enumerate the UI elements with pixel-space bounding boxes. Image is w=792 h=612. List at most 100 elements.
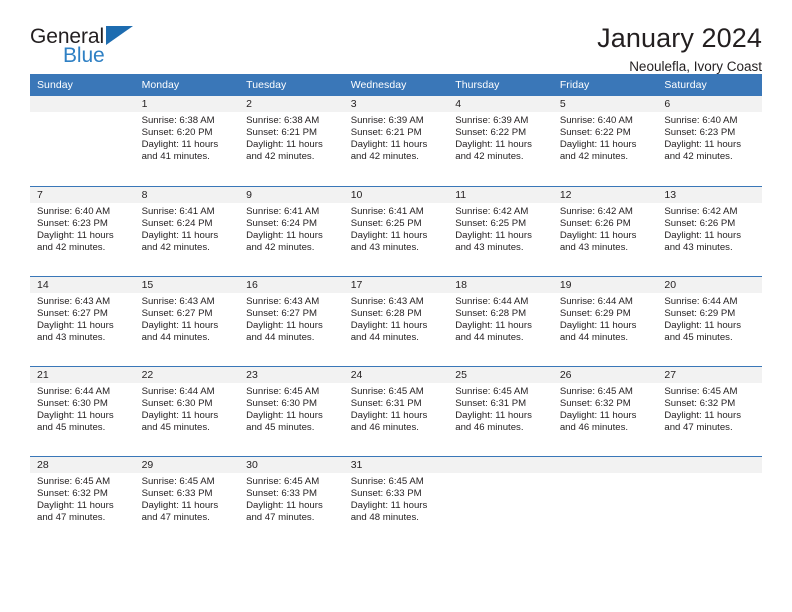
calendar-day-cell[interactable]: 15 Sunrise: 6:43 AM Sunset: 6:27 PM Dayligh… bbox=[134, 275, 240, 366]
sunrise-time: Sunrise: 6:42 AM bbox=[455, 205, 529, 217]
sunrise-time: Sunrise: 6:42 AM bbox=[664, 205, 738, 217]
day-number: 5 bbox=[552, 96, 658, 112]
calendar-empty-cell bbox=[30, 96, 135, 186]
calendar-day-cell[interactable]: 6 Sunrise: 6:40 AM Sunset: 6:23 PM Daylight… bbox=[657, 96, 762, 186]
sunset-time: Sunset: 6:27 PM bbox=[37, 307, 108, 319]
sunset-time: Sunset: 6:25 PM bbox=[350, 217, 422, 229]
calendar-day-cell[interactable]: 25 Sunrise: 6:45 AM Sunset: 6:31 PM Dayligh… bbox=[448, 365, 553, 456]
day-cell-details: Sunrise: 6:41 AM Sunset: 6:24 PM Daylight:… bbox=[135, 203, 240, 254]
calendar-day-cell[interactable]: 22 Sunrise: 6:44 AM Sunset: 6:30 PM Dayligh… bbox=[134, 365, 240, 456]
daylight-duration-line2: and 45 minutes. bbox=[37, 421, 106, 433]
day-cell-inner: 3 Sunrise: 6:39 AM Sunset: 6:21 PM Daylight… bbox=[343, 96, 449, 186]
calendar-week-row: 1 Sunrise: 6:38 AM Sunset: 6:20 PM Daylight… bbox=[30, 96, 762, 186]
calendar-day-cell[interactable]: 1 Sunrise: 6:38 AM Sunset: 6:20 PM Daylight… bbox=[134, 96, 240, 186]
sunrise-time: Sunrise: 6:44 AM bbox=[455, 295, 529, 307]
sunset-time: Sunset: 6:29 PM bbox=[559, 307, 631, 319]
sunrise-time: Sunrise: 6:41 AM bbox=[141, 205, 215, 217]
calendar-week-row: 14 Sunrise: 6:43 AM Sunset: 6:27 PM Dayligh… bbox=[30, 275, 762, 366]
calendar-day-cell[interactable]: 26 Sunrise: 6:45 AM Sunset: 6:32 PM Dayligh… bbox=[552, 365, 658, 456]
daylight-duration-line2: and 44 minutes. bbox=[350, 331, 419, 343]
daylight-duration-line1: Daylight: 11 hours bbox=[37, 409, 114, 421]
day-cell-details: Sunrise: 6:45 AM Sunset: 6:32 PM Daylight:… bbox=[30, 473, 135, 524]
day-cell-details: Sunrise: 6:41 AM Sunset: 6:25 PM Daylight:… bbox=[344, 203, 449, 254]
calendar-week-row: 21 Sunrise: 6:44 AM Sunset: 6:30 PM Dayligh… bbox=[30, 365, 762, 456]
calendar-header-row: Sunday Monday Tuesday Wednesday Thursday… bbox=[30, 74, 762, 96]
day-cell-inner bbox=[552, 456, 658, 547]
day-cell-details: Sunrise: 6:45 AM Sunset: 6:31 PM Daylight:… bbox=[344, 383, 449, 434]
calendar-day-cell[interactable]: 8 Sunrise: 6:41 AM Sunset: 6:24 PM Daylight… bbox=[134, 185, 240, 276]
daylight-duration-line2: and 45 minutes. bbox=[141, 421, 210, 433]
calendar-day-cell[interactable]: 3 Sunrise: 6:39 AM Sunset: 6:21 PM Daylight… bbox=[343, 96, 449, 186]
sunrise-time: Sunrise: 6:44 AM bbox=[141, 385, 215, 397]
sunset-time: Sunset: 6:20 PM bbox=[141, 127, 213, 139]
daylight-duration-line1: Daylight: 11 hours bbox=[246, 409, 323, 421]
calendar-day-cell[interactable]: 9 Sunrise: 6:41 AM Sunset: 6:24 PM Daylight… bbox=[239, 185, 344, 276]
sunrise-time: Sunrise: 6:44 AM bbox=[664, 295, 738, 307]
day-cell-inner: 22 Sunrise: 6:44 AM Sunset: 6:30 PM Dayligh… bbox=[134, 366, 240, 456]
weekday-header-tuesday: Tuesday bbox=[239, 74, 344, 96]
day-number: 13 bbox=[657, 186, 762, 203]
logo-text-blue: Blue bbox=[63, 44, 105, 67]
calendar-day-cell[interactable]: 27 Sunrise: 6:45 AM Sunset: 6:32 PM Dayligh… bbox=[657, 365, 762, 456]
day-number: 12 bbox=[552, 186, 658, 203]
day-cell-details: Sunrise: 6:45 AM Sunset: 6:32 PM Daylight:… bbox=[657, 383, 762, 434]
calendar-day-cell[interactable]: 19 Sunrise: 6:44 AM Sunset: 6:29 PM Dayligh… bbox=[552, 275, 658, 366]
day-number: 2 bbox=[239, 96, 344, 112]
day-cell-details: Sunrise: 6:38 AM Sunset: 6:21 PM Daylight:… bbox=[239, 112, 344, 163]
calendar-day-cell[interactable]: 31 Sunrise: 6:45 AM Sunset: 6:33 PM Dayligh… bbox=[343, 455, 449, 546]
daylight-duration-line1: Daylight: 11 hours bbox=[246, 319, 323, 331]
day-number: 6 bbox=[657, 96, 762, 112]
calendar-day-cell[interactable]: 11 Sunrise: 6:42 AM Sunset: 6:25 PM Dayligh… bbox=[448, 185, 553, 276]
day-number: 27 bbox=[657, 366, 762, 383]
calendar-day-cell[interactable]: 4 Sunrise: 6:39 AM Sunset: 6:22 PM Daylight… bbox=[448, 96, 553, 186]
calendar-day-cell[interactable]: 29 Sunrise: 6:45 AM Sunset: 6:33 PM Dayligh… bbox=[134, 455, 240, 546]
calendar-day-cell[interactable]: 2 Sunrise: 6:38 AM Sunset: 6:21 PM Daylight… bbox=[239, 96, 344, 186]
calendar-day-cell[interactable]: 16 Sunrise: 6:43 AM Sunset: 6:27 PM Dayligh… bbox=[239, 275, 344, 366]
calendar-day-cell[interactable]: 10 Sunrise: 6:41 AM Sunset: 6:25 PM Dayligh… bbox=[343, 185, 449, 276]
sunrise-time: Sunrise: 6:45 AM bbox=[455, 385, 529, 397]
day-cell-inner: 10 Sunrise: 6:41 AM Sunset: 6:25 PM Dayligh… bbox=[343, 186, 449, 276]
sunset-time: Sunset: 6:33 PM bbox=[350, 487, 422, 499]
calendar-empty-cell bbox=[448, 455, 553, 546]
day-cell-inner: 1 Sunrise: 6:38 AM Sunset: 6:20 PM Daylight… bbox=[134, 96, 240, 186]
sunrise-time: Sunrise: 6:44 AM bbox=[559, 295, 633, 307]
day-number: 19 bbox=[552, 276, 658, 293]
calendar-empty-cell bbox=[657, 455, 762, 546]
daylight-duration-line2: and 47 minutes. bbox=[37, 511, 106, 523]
calendar-day-cell[interactable]: 18 Sunrise: 6:44 AM Sunset: 6:28 PM Dayligh… bbox=[448, 275, 553, 366]
daylight-duration-line2: and 46 minutes. bbox=[350, 421, 419, 433]
calendar-day-cell[interactable]: 5 Sunrise: 6:40 AM Sunset: 6:22 PM Daylight… bbox=[552, 96, 658, 186]
daylight-duration-line2: and 43 minutes. bbox=[664, 241, 733, 253]
calendar-day-cell[interactable]: 13 Sunrise: 6:42 AM Sunset: 6:26 PM Dayligh… bbox=[657, 185, 762, 276]
sunset-time: Sunset: 6:25 PM bbox=[455, 217, 527, 229]
calendar-day-cell[interactable]: 30 Sunrise: 6:45 AM Sunset: 6:33 PM Dayligh… bbox=[239, 455, 344, 546]
day-cell-inner: 24 Sunrise: 6:45 AM Sunset: 6:31 PM Dayligh… bbox=[343, 366, 449, 456]
day-cell-details: Sunrise: 6:45 AM Sunset: 6:31 PM Daylight:… bbox=[448, 383, 553, 434]
daylight-duration-line2: and 43 minutes. bbox=[37, 331, 106, 343]
calendar-day-cell[interactable]: 24 Sunrise: 6:45 AM Sunset: 6:31 PM Dayligh… bbox=[343, 365, 449, 456]
day-cell-details bbox=[553, 473, 658, 476]
calendar-day-cell[interactable]: 20 Sunrise: 6:44 AM Sunset: 6:29 PM Dayligh… bbox=[657, 275, 762, 366]
calendar-day-cell[interactable]: 28 Sunrise: 6:45 AM Sunset: 6:32 PM Dayligh… bbox=[30, 455, 135, 546]
daylight-duration-line2: and 46 minutes. bbox=[559, 421, 629, 433]
daylight-duration-line1: Daylight: 11 hours bbox=[246, 229, 323, 241]
daylight-duration-line2: and 47 minutes. bbox=[664, 421, 733, 433]
calendar-day-cell[interactable]: 17 Sunrise: 6:43 AM Sunset: 6:28 PM Dayligh… bbox=[343, 275, 449, 366]
daylight-duration-line2: and 45 minutes. bbox=[246, 421, 315, 433]
daylight-duration-line1: Daylight: 11 hours bbox=[141, 409, 219, 421]
daylight-duration-line1: Daylight: 11 hours bbox=[455, 139, 532, 151]
day-cell-inner: 17 Sunrise: 6:43 AM Sunset: 6:28 PM Dayligh… bbox=[343, 276, 449, 366]
sunset-time: Sunset: 6:22 PM bbox=[455, 127, 527, 139]
calendar-day-cell[interactable]: 7 Sunrise: 6:40 AM Sunset: 6:23 PM Daylight… bbox=[30, 185, 135, 276]
sunrise-time: Sunrise: 6:45 AM bbox=[350, 385, 424, 397]
sunset-time: Sunset: 6:22 PM bbox=[559, 127, 631, 139]
day-number: 26 bbox=[552, 366, 658, 383]
weekday-header-monday: Monday bbox=[134, 74, 240, 96]
calendar-day-cell[interactable]: 21 Sunrise: 6:44 AM Sunset: 6:30 PM Dayligh… bbox=[30, 365, 135, 456]
calendar-day-cell[interactable]: 23 Sunrise: 6:45 AM Sunset: 6:30 PM Dayligh… bbox=[239, 365, 344, 456]
calendar-day-cell[interactable]: 12 Sunrise: 6:42 AM Sunset: 6:26 PM Dayligh… bbox=[552, 185, 658, 276]
daylight-duration-line2: and 48 minutes. bbox=[350, 511, 419, 523]
daylight-duration-line1: Daylight: 11 hours bbox=[664, 229, 741, 241]
day-cell-inner: 21 Sunrise: 6:44 AM Sunset: 6:30 PM Dayligh… bbox=[30, 366, 135, 456]
calendar-day-cell[interactable]: 14 Sunrise: 6:43 AM Sunset: 6:27 PM Dayligh… bbox=[30, 275, 135, 366]
